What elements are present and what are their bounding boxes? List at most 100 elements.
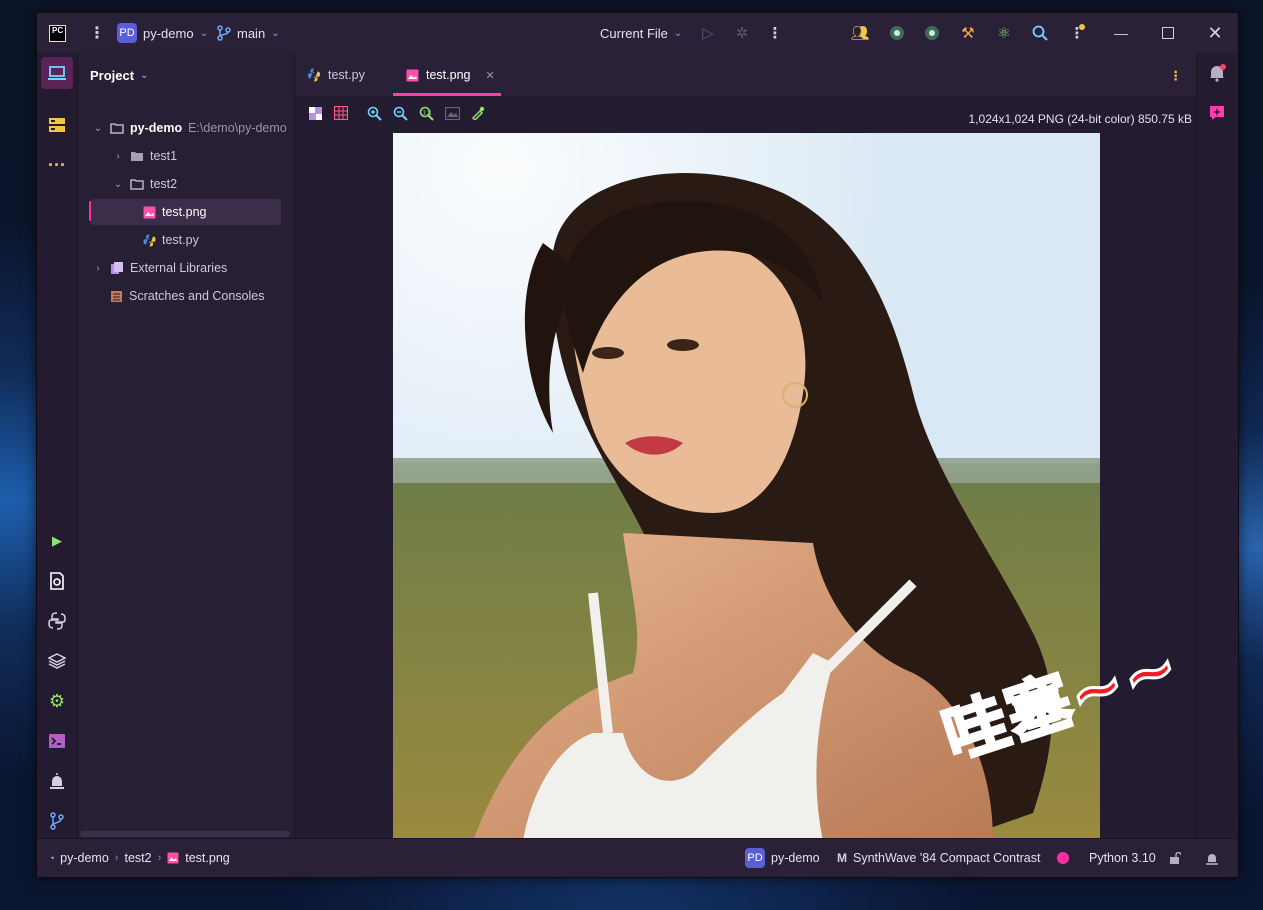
problems-tool-button[interactable]	[41, 565, 73, 597]
chevron-down-icon: ⌄	[271, 27, 280, 39]
project-panel-header[interactable]: Project ⌄	[90, 68, 148, 83]
more-tools-button[interactable]: ···	[41, 149, 73, 181]
zoom-out-icon	[393, 106, 408, 121]
tree-item-test-png[interactable]: test.png	[91, 199, 281, 225]
project-path: E:\demo\py-demo	[188, 121, 287, 135]
python-console-button[interactable]	[41, 605, 73, 637]
title-bar: PC _ ⋮ PD py-demo ⌄ main ⌄ Current File ⌄…	[37, 13, 1238, 53]
kebab-menu-icon: ⋮	[1169, 68, 1183, 83]
image-file-icon	[406, 69, 419, 81]
tree-item-test2[interactable]: ⌄ test2	[112, 171, 177, 197]
chessboard-icon	[308, 106, 322, 120]
layers-icon	[48, 653, 66, 669]
project-tool-button[interactable]	[41, 57, 73, 89]
color-picker-button[interactable]	[469, 104, 487, 122]
tree-item-external-libraries[interactable]: › External Libraries	[92, 255, 227, 281]
breadcrumb-item[interactable]: test.png	[185, 851, 229, 865]
close-tab-icon[interactable]: ✕	[485, 69, 494, 82]
minimize-button[interactable]: —	[1098, 13, 1144, 53]
image-toolbar: 1:1 1,024x1,024 PNG (24-bit color) 850.7…	[295, 98, 1196, 130]
status-bar: • py-demo › test2 › test.png PD py-demo …	[37, 838, 1238, 877]
project-name: py-demo	[143, 25, 194, 41]
gear-icon: ⚙	[48, 690, 66, 711]
git-branch-icon	[217, 25, 231, 41]
play-icon: ▶	[52, 533, 62, 548]
kebab-menu-icon: ⋮	[767, 25, 783, 42]
ai-chat-button[interactable]	[1201, 97, 1233, 129]
build-tools-button[interactable]: ⚒	[959, 24, 977, 42]
main-menu-button[interactable]: ⋮	[89, 13, 105, 53]
services-tool-button[interactable]: ⚙	[41, 685, 73, 717]
search-icon	[1032, 25, 1048, 41]
image-info-label: 1,024x1,024 PNG (24-bit color) 850.75 kB	[968, 112, 1192, 126]
kebab-menu-icon: ⋮	[89, 25, 105, 42]
branch-switcher[interactable]: main ⌄	[217, 13, 280, 53]
run-config-selector[interactable]: Current File ⌄	[600, 13, 682, 53]
tree-item-test1[interactable]: › test1	[112, 143, 177, 169]
project-switcher[interactable]: PD py-demo ⌄	[117, 13, 208, 53]
zoom-in-icon	[367, 106, 382, 121]
svg-text:1:1: 1:1	[422, 109, 432, 116]
git-tool-button[interactable]	[41, 805, 73, 837]
alarm-icon	[1206, 854, 1218, 865]
tab-test-png[interactable]: test.png ✕	[406, 53, 495, 97]
zoom-actual-size-icon: 1:1	[419, 106, 434, 121]
run-button[interactable]: ▷	[699, 24, 717, 42]
ai-assistant-button[interactable]: ⚛	[995, 24, 1013, 42]
breadcrumb: • py-demo › test2 › test.png	[51, 839, 230, 877]
debug-button[interactable]: ✲	[733, 24, 751, 42]
packages-tool-button[interactable]	[41, 645, 73, 677]
atom-icon: ⚛	[997, 25, 1011, 42]
chessboard-toggle[interactable]	[306, 104, 324, 122]
file-search-icon	[50, 572, 64, 590]
close-button[interactable]: ✕	[1192, 13, 1238, 53]
event-log-button[interactable]	[1205, 839, 1219, 877]
status-indicator[interactable]	[1057, 839, 1069, 877]
app-logo[interactable]: PC _	[49, 13, 66, 53]
chevron-down-icon: ⌄	[93, 122, 103, 134]
tree-item-py-demo[interactable]: ⌄ py-demo E:\demo\py-demo	[92, 115, 287, 141]
plugin-status-2[interactable]	[923, 24, 941, 42]
read-only-toggle[interactable]	[1169, 839, 1181, 877]
search-button[interactable]	[1031, 24, 1049, 42]
fit-zoom-button[interactable]	[443, 104, 461, 122]
project-badge: PD	[117, 23, 137, 43]
notifications-button[interactable]	[1201, 57, 1233, 89]
notifications-alert-button[interactable]	[41, 765, 73, 797]
collab-button[interactable]: 👥︎	[850, 24, 869, 42]
horizontal-scrollbar[interactable]	[80, 831, 290, 837]
maximize-button[interactable]	[1145, 13, 1191, 53]
structure-tool-button[interactable]	[41, 109, 73, 141]
dot-icon: •	[51, 853, 55, 863]
chevron-down-icon: ⌄	[199, 27, 208, 39]
interpreter-widget[interactable]: Python 3.10	[1089, 839, 1156, 877]
actual-size-button[interactable]: 1:1	[417, 104, 435, 122]
active-tab-indicator	[393, 93, 501, 96]
bell-icon	[1210, 64, 1226, 82]
tab-options-button[interactable]: ⋮	[1170, 53, 1183, 97]
tab-test-py[interactable]: test.py	[307, 53, 365, 97]
breadcrumb-item[interactable]: py-demo	[60, 851, 109, 865]
run-more-button[interactable]: ⋮	[766, 24, 784, 42]
run-config-label: Current File	[600, 25, 668, 41]
breadcrumb-item[interactable]: test2	[124, 851, 151, 865]
unlock-icon	[1170, 852, 1181, 864]
theme-widget[interactable]: M SynthWave '84 Compact Contrast	[837, 839, 1040, 877]
grid-toggle[interactable]	[332, 104, 350, 122]
plugin-status-1[interactable]	[888, 24, 906, 42]
folder-open-icon	[130, 179, 144, 190]
project-badge: PD	[745, 848, 765, 868]
zoom-out-button[interactable]	[391, 104, 409, 122]
left-tool-strip: ··· ▶ ⚙	[37, 53, 78, 839]
circle-dot-icon	[925, 26, 939, 40]
tree-item-label: py-demo	[130, 121, 183, 135]
run-tool-button[interactable]: ▶	[41, 525, 73, 557]
interpreter-label: Python 3.10	[1089, 851, 1156, 865]
terminal-tool-button[interactable]	[41, 725, 73, 757]
project-widget[interactable]: PD py-demo	[745, 839, 820, 877]
tree-item-scratches[interactable]: Scratches and Consoles	[92, 283, 265, 309]
theme-name: SynthWave '84 Compact Contrast	[853, 851, 1041, 865]
tree-item-test-py[interactable]: test.py	[91, 227, 199, 253]
settings-more-button[interactable]: ⋮	[1068, 24, 1086, 42]
zoom-in-button[interactable]	[365, 104, 383, 122]
